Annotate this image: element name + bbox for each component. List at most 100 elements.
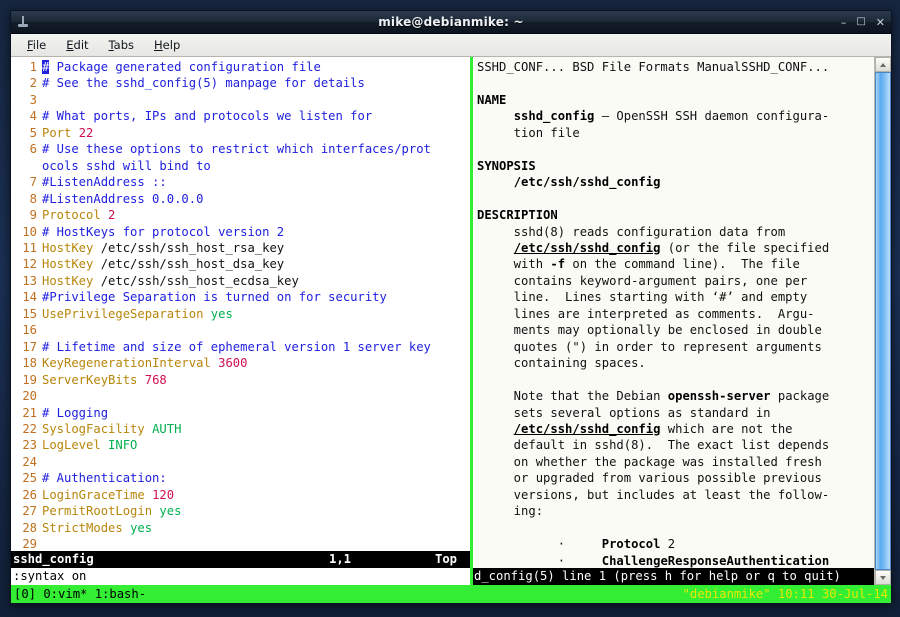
desktop-background: mike@debianmike: ~ – □ ✕ File Edit Tabs … bbox=[0, 0, 900, 617]
line-number: 9 bbox=[13, 207, 37, 223]
man-token: which are not the bbox=[660, 422, 792, 436]
man-line: or upgraded from various possible previo… bbox=[477, 470, 891, 486]
scrollbar-thumb[interactable] bbox=[875, 72, 891, 570]
code-token: 120 bbox=[152, 488, 174, 502]
line-number: 2 bbox=[13, 75, 37, 91]
code-token: LoginGraceTime bbox=[42, 488, 152, 502]
man-token bbox=[477, 241, 514, 255]
code-token: #ListenAddress 0.0.0.0 bbox=[42, 192, 203, 206]
window-title: mike@debianmike: ~ bbox=[11, 15, 891, 29]
man-line: ments may optionally be enclosed in doub… bbox=[477, 322, 891, 338]
man-token: contains keyword-argument pairs, one per bbox=[477, 274, 807, 288]
code-line: 5Port 22 bbox=[13, 125, 470, 141]
close-button[interactable]: ✕ bbox=[876, 17, 885, 28]
man-token: containing spaces. bbox=[477, 356, 646, 370]
man-token: package bbox=[771, 389, 830, 403]
vim-status-position: 1,1 bbox=[329, 551, 351, 568]
man-token: or upgraded from various possible previo… bbox=[477, 471, 822, 485]
code-line: 23LogLevel INFO bbox=[13, 437, 470, 453]
code-token: 2 bbox=[108, 208, 115, 222]
tmux-window-list[interactable]: [0] 0:vim* 1:bash- bbox=[14, 585, 146, 603]
maximize-button[interactable]: □ bbox=[856, 17, 865, 27]
man-token: (or the file specified bbox=[660, 241, 829, 255]
man-line: SYNOPSIS bbox=[477, 158, 891, 174]
code-token: INFO bbox=[108, 438, 137, 452]
man-token: default in sshd(8). The exact list depen… bbox=[477, 438, 829, 452]
code-token: /etc/ssh/ssh_host_dsa_key bbox=[101, 257, 284, 271]
minimize-button[interactable]: – bbox=[841, 17, 847, 28]
man-line bbox=[477, 141, 891, 157]
man-line: SSHD_CONF... BSD File Formats ManualSSHD… bbox=[477, 59, 891, 75]
code-token: Package generated configuration file bbox=[49, 60, 321, 74]
vim-pane[interactable]: 1# Package generated configuration file2… bbox=[11, 57, 470, 585]
code-token: # Logging bbox=[42, 406, 108, 420]
code-line: 13HostKey /etc/ssh/ssh_host_ecdsa_key bbox=[13, 273, 470, 289]
code-token: Protocol bbox=[42, 208, 108, 222]
man-line bbox=[477, 520, 891, 536]
code-token: yes bbox=[211, 307, 233, 321]
menu-tabs[interactable]: Tabs bbox=[101, 36, 142, 54]
man-token: sshd(8) reads configuration data from bbox=[477, 225, 785, 239]
man-pane[interactable]: SSHD_CONF... BSD File Formats ManualSSHD… bbox=[473, 57, 891, 585]
line-number: 1 bbox=[13, 59, 37, 75]
man-token: tion file bbox=[477, 126, 580, 140]
line-number: 3 bbox=[13, 92, 37, 108]
man-line: · Protocol 2 bbox=[477, 536, 891, 552]
line-number: 15 bbox=[13, 306, 37, 322]
scroll-down-arrow-icon[interactable] bbox=[875, 570, 891, 585]
man-line: versions, but includes at least the foll… bbox=[477, 487, 891, 503]
code-line: 12HostKey /etc/ssh/ssh_host_dsa_key bbox=[13, 256, 470, 272]
menu-edit[interactable]: Edit bbox=[58, 36, 96, 54]
line-number: 26 bbox=[13, 487, 37, 503]
code-token: Port bbox=[42, 126, 79, 140]
man-token: Note that the Debian bbox=[477, 389, 668, 403]
vim-buffer[interactable]: 1# Package generated configuration file2… bbox=[11, 57, 470, 551]
menu-help[interactable]: Help bbox=[146, 36, 188, 54]
code-line: 27PermitRootLogin yes bbox=[13, 503, 470, 519]
scroll-up-arrow-icon[interactable] bbox=[875, 57, 891, 72]
code-token: #ListenAddress :: bbox=[42, 175, 167, 189]
man-line: quotes (") in order to represent argumen… bbox=[477, 339, 891, 355]
code-token: ocols sshd will bind to bbox=[42, 159, 211, 173]
man-line: on whether the package was installed fre… bbox=[477, 454, 891, 470]
man-line: /etc/ssh/sshd_config (or the file specif… bbox=[477, 240, 891, 256]
terminal-body[interactable]: 1# Package generated configuration file2… bbox=[11, 57, 891, 603]
code-line: 11HostKey /etc/ssh/ssh_host_rsa_key bbox=[13, 240, 470, 256]
line-number: 12 bbox=[13, 256, 37, 272]
terminal-icon bbox=[16, 15, 30, 29]
man-token bbox=[477, 175, 514, 189]
code-line: 9 Protocol 2 bbox=[13, 207, 470, 223]
code-token: KeyRegenerationInterval bbox=[42, 356, 218, 370]
man-content[interactable]: SSHD_CONF... BSD File Formats ManualSSHD… bbox=[473, 57, 891, 568]
code-token: 22 bbox=[79, 126, 94, 140]
code-token: # HostKeys for protocol version 2 bbox=[42, 225, 284, 239]
man-line: Note that the Debian openssh-server pack… bbox=[477, 388, 891, 404]
man-token bbox=[477, 109, 514, 123]
line-number: 29 bbox=[13, 536, 37, 551]
code-line: 29 bbox=[13, 536, 470, 551]
man-line: sets several options as standard in bbox=[477, 405, 891, 421]
vim-command-line[interactable]: :syntax on bbox=[11, 568, 470, 585]
man-token: ChallengeResponseAuthentication bbox=[602, 554, 829, 568]
line-number: 14 bbox=[13, 289, 37, 305]
terminal-scrollbar[interactable] bbox=[874, 57, 891, 585]
window-titlebar[interactable]: mike@debianmike: ~ – □ ✕ bbox=[11, 11, 891, 34]
man-line: ing: bbox=[477, 503, 891, 519]
man-line bbox=[477, 75, 891, 91]
code-line: 28StrictModes yes bbox=[13, 520, 470, 536]
line-number: 18 bbox=[13, 355, 37, 371]
code-line: 25# Authentication: bbox=[13, 470, 470, 486]
line-number: 4 bbox=[13, 108, 37, 124]
man-token: · bbox=[477, 554, 602, 568]
line-number: 6 bbox=[13, 141, 37, 157]
menu-file[interactable]: File bbox=[19, 36, 54, 54]
man-token: lines are interpreted as comments. Argu- bbox=[477, 307, 815, 321]
man-line: tion file bbox=[477, 125, 891, 141]
man-token: · bbox=[477, 537, 602, 551]
man-line: /etc/ssh/sshd_config which are not the bbox=[477, 421, 891, 437]
line-number: 13 bbox=[13, 273, 37, 289]
code-token: # See the sshd_config(5) manpage for det… bbox=[42, 76, 365, 90]
line-number: 27 bbox=[13, 503, 37, 519]
code-line: 2 # See the sshd_config(5) manpage for de… bbox=[13, 75, 470, 91]
code-line: ocols sshd will bind to bbox=[13, 158, 470, 174]
